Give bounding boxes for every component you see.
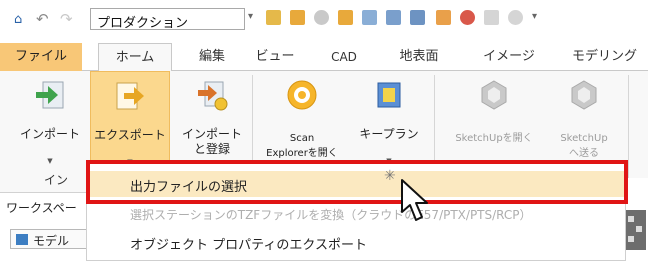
quick-access-toolbar: ⌂ ↶ ↷ プロダクション ▾ ▾ (0, 0, 648, 40)
menu-item-export-object-properties[interactable]: オブジェクト プロパティのエクスポート (87, 229, 625, 255)
scan-explorer-icon (287, 80, 317, 110)
import-register-label: インポート と登録 (174, 127, 250, 157)
scan-explorer-button[interactable]: Scan Explorerを開く (262, 71, 342, 167)
mouse-cursor-icon (401, 179, 428, 221)
import-label: インポート (19, 127, 80, 141)
model-icon (16, 234, 28, 245)
tab-edit[interactable]: 編集 (190, 43, 234, 71)
ribbon-tabs: ファイル ホーム 編集 ビュー CAD 地表面 イメージ モデリング (0, 43, 648, 72)
globe-icon[interactable] (314, 10, 329, 25)
menu-item-select-output-file[interactable]: 出力ファイルの選択 (87, 171, 625, 197)
sketchup-open-button[interactable]: SketchUpを開く (446, 71, 542, 167)
import-register-icon (198, 81, 228, 111)
sketchup-send-label: SketchUp へ送る (548, 131, 620, 161)
home-icon[interactable]: ⌂ (14, 12, 22, 27)
scan-explorer-label: Scan Explorerを開く (262, 131, 342, 161)
key-plan-icon (377, 82, 401, 108)
chevron-down-icon: ▼ (47, 157, 53, 165)
disabled-icon[interactable] (508, 10, 523, 25)
save-icon[interactable] (362, 10, 377, 25)
export-button[interactable]: エクスポート ▼ (90, 71, 170, 167)
export-dropdown-menu: 出力ファイルの選択 選択ステーションのTZFファイルを変換（クラウドのE57/P… (86, 160, 626, 261)
busy-indicator-icon: ✳ (384, 168, 396, 184)
sketchup-send-icon (571, 80, 597, 110)
save-all-icon[interactable] (410, 10, 425, 25)
menu-item-label: 選択ステーションのTZFファイルを変換（クラウドのE57/PTX/PTS/RCP… (130, 208, 532, 222)
export-icon (116, 82, 144, 110)
menu-item-label: 出力ファイルの選択 (130, 180, 248, 195)
sketchup-send-label-line1: SketchUp (560, 133, 608, 144)
tab-image[interactable]: イメージ (476, 43, 542, 71)
scan-explorer-label-line2: Explorerを開く (266, 148, 338, 159)
save-as-icon[interactable] (386, 10, 401, 25)
sketchup-open-label: SketchUpを開く (455, 133, 533, 144)
workspace-combo[interactable]: プロダクション (90, 8, 245, 31)
import-register-label-line1: インポート (181, 127, 242, 141)
menu-item-label: オブジェクト プロパティのエクスポート (130, 238, 367, 253)
workspace-label: ワークスペー (6, 201, 77, 215)
scan-explorer-label-line1: Scan (289, 133, 315, 144)
ribbon-group-label: イン (44, 173, 69, 187)
ribbon-separator (628, 75, 629, 185)
measure-icon[interactable] (436, 10, 451, 25)
flag-icon[interactable] (484, 10, 499, 25)
tab-view[interactable]: ビュー (250, 43, 300, 71)
sketchup-send-button[interactable]: SketchUp へ送る (548, 71, 620, 167)
sketchup-send-label-line2: へ送る (569, 148, 599, 159)
undo-icon[interactable]: ↶ (36, 10, 49, 28)
chevron-down-icon[interactable]: ▾ (248, 11, 253, 22)
export-label: エクスポート (94, 128, 166, 142)
import-register-button[interactable]: インポート と登録 (174, 71, 250, 167)
customize-icon[interactable]: ▾ (532, 11, 537, 22)
model-tab[interactable]: モデル (10, 229, 90, 249)
key-plan-label: キープラン (359, 127, 419, 141)
tab-modeling[interactable]: モデリング (572, 43, 648, 71)
workspace-combo-value: プロダクション (97, 16, 189, 31)
tab-home[interactable]: ホーム (98, 43, 172, 72)
model-tab-label: モデル (33, 234, 70, 248)
tab-terrain[interactable]: 地表面 (390, 43, 448, 71)
tab-file[interactable]: ファイル (0, 43, 82, 71)
target-icon[interactable] (460, 10, 475, 25)
import-button[interactable]: インポート ▼ (14, 71, 86, 167)
redo-icon[interactable]: ↷ (60, 10, 73, 28)
sketchup-open-icon (481, 80, 507, 110)
tab-cad[interactable]: CAD (322, 43, 366, 71)
import-register-label-line2: と登録 (193, 142, 230, 156)
key-plan-button[interactable]: キープラン ▼ (354, 71, 424, 167)
snapshot-icon[interactable] (290, 10, 305, 25)
menu-item-convert-tzf[interactable]: 選択ステーションのTZFファイルを変換（クラウドのE57/PTX/PTS/RCP… (87, 201, 625, 227)
import-icon (36, 81, 64, 109)
open-folder-icon[interactable] (266, 10, 281, 25)
image-icon[interactable] (338, 10, 353, 25)
